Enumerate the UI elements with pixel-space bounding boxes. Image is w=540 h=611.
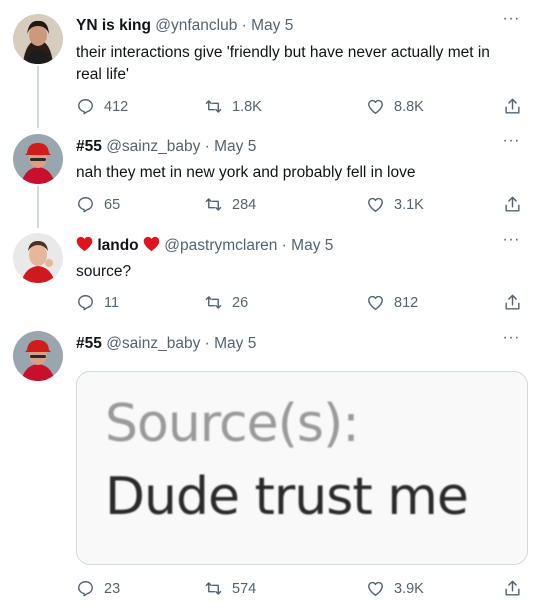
avatar[interactable] <box>13 233 63 283</box>
like-count: 812 <box>394 294 419 311</box>
retweet-icon <box>205 100 222 113</box>
share-icon <box>505 294 520 310</box>
share-icon <box>505 196 520 212</box>
reply-count: 11 <box>104 294 120 311</box>
tweet-actions: 412 1.8K 8.8K <box>76 97 526 119</box>
tweet-text-line: real life' <box>76 66 129 83</box>
more-icon[interactable]: ··· <box>503 132 520 150</box>
retweet-count: 284 <box>232 196 257 213</box>
avatar[interactable] <box>13 134 63 184</box>
retweet-count: 26 <box>232 294 249 311</box>
thread-line <box>37 186 39 228</box>
reply-button[interactable]: 65 <box>76 195 120 214</box>
like-button[interactable]: 3.9K <box>366 579 424 598</box>
retweet-count: 1.8K <box>232 98 262 115</box>
timestamp[interactable]: May 5 <box>291 237 333 254</box>
display-name[interactable]: lando <box>97 237 138 254</box>
like-count: 3.1K <box>394 196 424 213</box>
like-icon <box>368 295 383 310</box>
tweet-image[interactable]: Source(s): Dude trust me <box>76 371 528 565</box>
tweet-header: YN is king @ynfanclub · May 5 <box>76 16 293 36</box>
tweet-actions: 65 284 3.1K <box>76 195 526 217</box>
retweet-icon <box>205 296 222 309</box>
retweet-button[interactable]: 284 <box>204 195 256 214</box>
heart-emoji <box>143 236 160 252</box>
reply-count: 23 <box>104 580 121 597</box>
retweet-button[interactable]: 26 <box>204 293 248 312</box>
user-handle[interactable]: @ynfanclub <box>155 17 237 34</box>
share-button[interactable] <box>503 195 531 214</box>
separator: · <box>204 335 210 352</box>
user-handle[interactable]: @sainz_baby <box>106 138 200 155</box>
tweet-text: nah they met in new york and probably fe… <box>76 162 516 184</box>
like-icon <box>368 197 383 212</box>
share-icon <box>505 580 520 596</box>
tweet-text: their interactions give 'friendly but ha… <box>76 42 516 86</box>
avatar[interactable] <box>13 14 63 64</box>
reply-button[interactable]: 412 <box>76 97 128 116</box>
share-icon <box>505 98 520 114</box>
tweet-header: lando @pastrymclaren · May 5 <box>76 236 333 256</box>
tweet-text: source? <box>76 261 516 283</box>
image-text-line: Dude trust me <box>105 467 469 527</box>
reply-button[interactable]: 11 <box>76 293 119 312</box>
retweet-button[interactable]: 574 <box>204 579 256 598</box>
separator: · <box>281 237 287 254</box>
like-button[interactable]: 3.1K <box>366 195 424 214</box>
like-icon <box>368 581 383 596</box>
more-icon[interactable]: ··· <box>503 231 520 249</box>
timestamp[interactable]: May 5 <box>214 138 256 155</box>
display-name[interactable]: #55 <box>76 335 102 352</box>
reply-icon <box>78 295 93 311</box>
like-count: 3.9K <box>394 580 424 597</box>
tweet-text-line: their interactions give 'friendly but ha… <box>76 44 490 61</box>
timestamp[interactable]: May 5 <box>214 335 256 352</box>
separator: · <box>241 17 247 34</box>
tweet-text-line: source? <box>76 263 132 280</box>
tweet-header: #55 @sainz_baby · May 5 <box>76 334 256 354</box>
tweet-header: #55 @sainz_baby · May 5 <box>76 137 256 157</box>
share-button[interactable] <box>503 97 531 116</box>
reply-count: 412 <box>104 98 129 115</box>
retweet-icon <box>205 198 222 211</box>
like-count: 8.8K <box>394 98 424 115</box>
heart-emoji <box>76 236 93 252</box>
user-handle[interactable]: @sainz_baby <box>106 335 200 352</box>
separator: · <box>204 138 210 155</box>
retweet-button[interactable]: 1.8K <box>204 97 262 116</box>
share-button[interactable] <box>503 293 531 312</box>
more-icon[interactable]: ··· <box>503 10 520 28</box>
display-name[interactable]: #55 <box>76 138 102 155</box>
reply-count: 65 <box>104 196 121 213</box>
reply-icon <box>78 581 93 597</box>
reply-icon <box>78 197 93 213</box>
more-icon[interactable]: ··· <box>503 329 520 347</box>
tweet-text-line: nah they met in new york and probably fe… <box>76 164 416 181</box>
reply-icon <box>78 99 93 115</box>
thread-line <box>37 66 39 128</box>
timestamp[interactable]: May 5 <box>251 17 293 34</box>
retweet-count: 574 <box>232 580 257 597</box>
tweet-actions: 11 26 812 <box>76 293 526 315</box>
share-button[interactable] <box>503 579 531 598</box>
like-icon <box>368 99 383 114</box>
retweet-icon <box>205 582 222 595</box>
avatar[interactable] <box>13 331 63 381</box>
user-handle[interactable]: @pastrymclaren <box>164 237 277 254</box>
reply-button[interactable]: 23 <box>76 579 120 598</box>
like-button[interactable]: 8.8K <box>366 97 424 116</box>
like-button[interactable]: 812 <box>366 293 418 312</box>
tweet-actions: 23 574 3.9K <box>76 579 526 601</box>
image-text-line: Source(s): <box>105 394 360 454</box>
display-name[interactable]: YN is king <box>76 17 151 34</box>
